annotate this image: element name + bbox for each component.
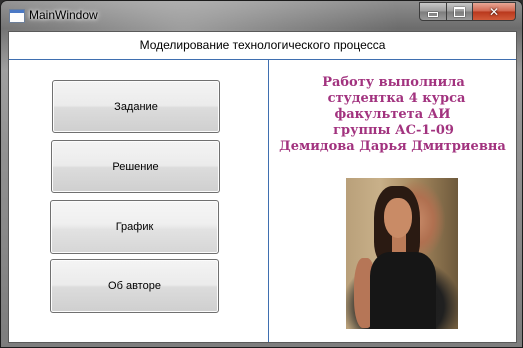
- solution-button[interactable]: Решение: [51, 140, 220, 193]
- menu-panel: Задание Решение График Об авторе: [9, 60, 269, 342]
- maximize-button[interactable]: [447, 2, 473, 21]
- main-window: MainWindow ✕ Моделирование технологическ…: [0, 0, 523, 348]
- graph-button[interactable]: График: [50, 200, 219, 254]
- photo-face: [384, 198, 412, 238]
- author-line: студентка 4 курса: [327, 91, 466, 106]
- caption-buttons: ✕: [419, 2, 516, 21]
- author-info: Работу выполнила студентка 4 курса факул…: [269, 75, 516, 155]
- about-author-button[interactable]: Об авторе: [50, 259, 219, 313]
- author-panel: Работу выполнила студентка 4 курса факул…: [269, 60, 516, 342]
- author-photo: [346, 178, 458, 329]
- author-line: группы АС-1-09: [333, 123, 454, 138]
- maximize-icon: [454, 6, 465, 17]
- task-button[interactable]: Задание: [52, 80, 220, 133]
- header-bar: Моделирование технологического процесса: [9, 32, 516, 60]
- window-title: MainWindow: [29, 8, 98, 22]
- client-area: Моделирование технологического процесса …: [8, 31, 517, 343]
- author-line: факультета АИ: [334, 107, 451, 122]
- minimize-icon: [428, 12, 438, 17]
- author-line: Работу выполнила: [322, 75, 465, 90]
- title-bar[interactable]: MainWindow ✕: [1, 1, 522, 31]
- app-window-icon[interactable]: [9, 9, 25, 23]
- minimize-button[interactable]: [419, 2, 447, 21]
- page-title: Моделирование технологического процесса: [139, 38, 386, 52]
- close-icon: ✕: [488, 4, 500, 19]
- author-name: Демидова Дарья Дмитриевна: [279, 139, 506, 154]
- photo-clothing: [370, 252, 436, 329]
- close-button[interactable]: ✕: [473, 2, 516, 21]
